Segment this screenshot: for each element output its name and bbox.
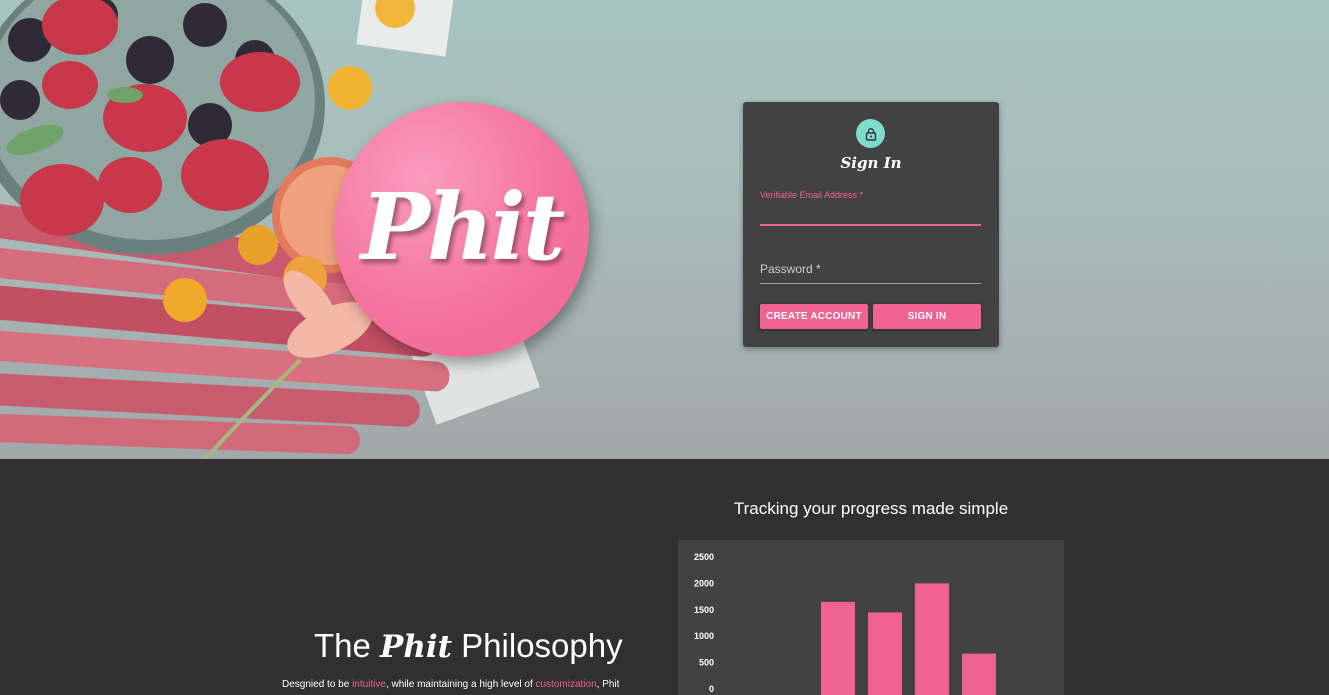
progress-heading: Tracking your progress made simple: [733, 499, 1009, 518]
chart-bar[interactable]: [962, 653, 996, 695]
philosophy-text-3: , Phit: [596, 679, 620, 690]
email-label: Verifiable Email Address *: [760, 190, 864, 200]
y-tick-label: 500: [699, 658, 714, 668]
chart-bar[interactable]: [915, 583, 949, 695]
y-tick-label: 0: [709, 684, 714, 694]
philosophy-title-brand: Phit: [380, 629, 452, 665]
y-tick-label: 2500: [694, 552, 714, 562]
progress-chart-svg: 2500 2000 1500 1000 500 0: [694, 552, 996, 695]
email-field[interactable]: Verifiable Email Address *: [760, 190, 981, 226]
philosophy-text-1: Desgnied to be: [282, 679, 353, 690]
chart-bar[interactable]: [868, 612, 902, 695]
phit-logo: Phit: [334, 102, 589, 357]
y-tick-label: 1000: [694, 631, 714, 641]
philosophy-highlight-intuitive: intuitive: [352, 679, 386, 690]
philosophy-title-prefix: The: [314, 627, 371, 664]
chart-bar[interactable]: [821, 601, 855, 695]
password-field[interactable]: Password *: [760, 262, 981, 284]
philosophy-text: Desgnied to be intuitive, while maintain…: [282, 679, 619, 690]
sign-in-card: Sign In Verifiable Email Address * Passw…: [743, 102, 999, 347]
progress-chart: 2500 2000 1500 1000 500 0: [678, 540, 1064, 695]
philosophy-title: The Phit Philosophy: [314, 627, 623, 665]
lock-icon: [856, 119, 885, 148]
lower-section: The Phit Philosophy Desgnied to be intui…: [0, 459, 1329, 695]
password-label: Password *: [760, 262, 821, 276]
philosophy-text-2: , while maintaining a high level of: [385, 679, 536, 690]
philosophy-title-suffix: Philosophy: [461, 627, 623, 664]
y-tick-label: 1500: [694, 605, 714, 615]
create-account-button[interactable]: CREATE ACCOUNT: [760, 304, 868, 329]
logo-text: Phit: [360, 172, 566, 281]
sign-in-title: Sign In: [840, 154, 902, 172]
philosophy-highlight-customization: customization: [535, 679, 597, 690]
y-tick-label: 2000: [694, 578, 714, 588]
sign-in-button[interactable]: SIGN IN: [873, 304, 981, 329]
hero-section: Phit Sign In Verifiable Email Address * …: [0, 0, 1329, 459]
